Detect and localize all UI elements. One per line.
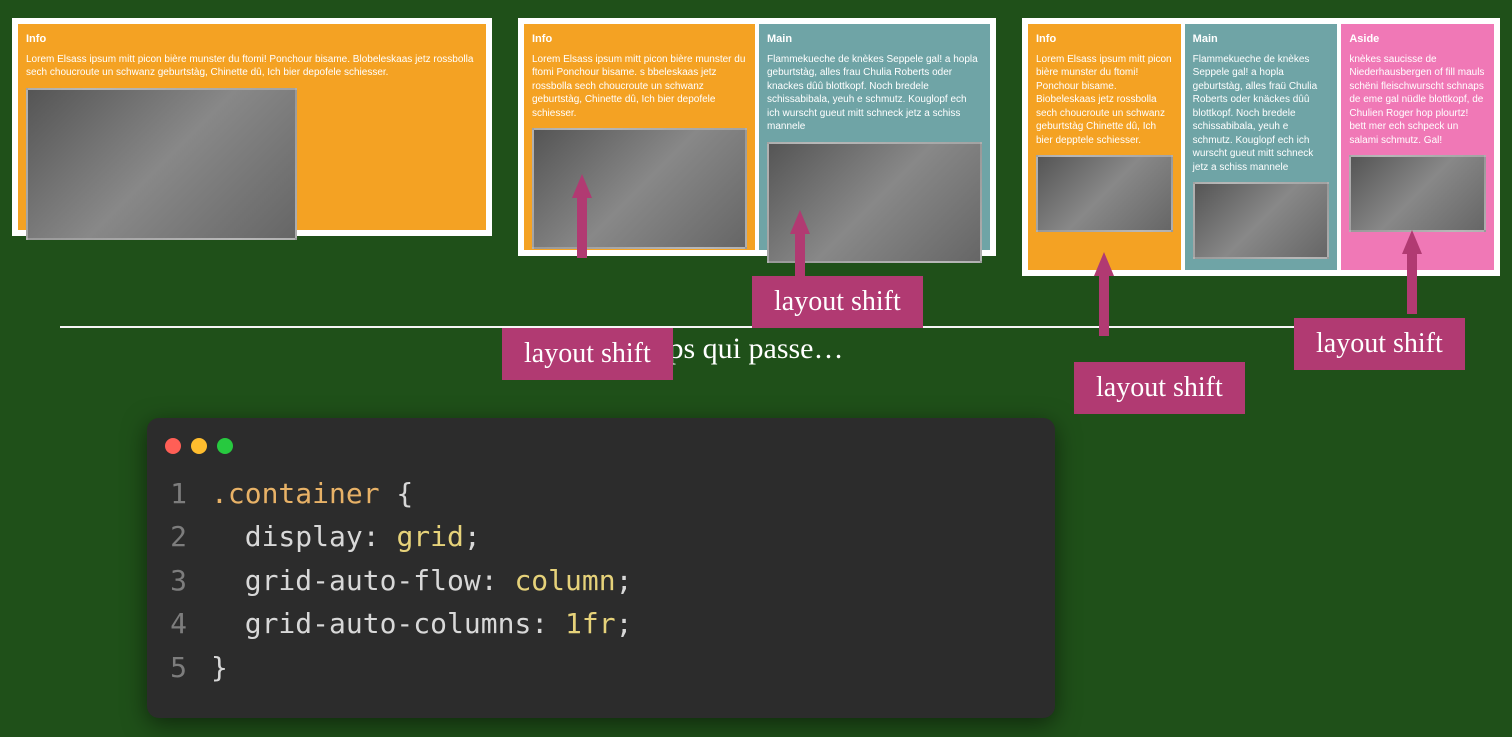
demo2-info-text: Lorem Elsass ipsum mitt picon bière muns…	[532, 53, 747, 121]
line-number: 5	[165, 646, 211, 689]
placeholder-image	[26, 88, 297, 241]
demo3-info-column: Info Lorem Elsass ipsum mitt picon bière…	[1028, 24, 1181, 270]
demo1-info-column: Info Lorem Elsass ipsum mitt picon bière…	[18, 24, 486, 230]
demo2-main-title: Main	[767, 32, 982, 47]
code-value: grid	[396, 520, 463, 553]
code-line-2: 2 display: grid;	[147, 515, 1055, 558]
line-number: 3	[165, 559, 211, 602]
slide-stage: Info Lorem Elsass ipsum mitt picon bière…	[0, 0, 1512, 737]
demo-box-2: Info Lorem Elsass ipsum mitt picon bière…	[518, 18, 996, 256]
code-unit: fr	[582, 607, 616, 640]
layout-shift-label-3: layout shift	[1074, 362, 1245, 414]
line-number: 4	[165, 602, 211, 645]
demo3-aside-text: knèkes saucisse de Niederhausbergen of f…	[1349, 53, 1486, 148]
code-property: grid-auto-flow	[245, 564, 481, 597]
demo2-main-text: Flammekueche de knèkes Seppele gal! a ho…	[767, 53, 982, 134]
code-line-1: 1 .container {	[147, 472, 1055, 515]
placeholder-image	[532, 128, 747, 249]
demo3-main-column: Main Flammekueche de knèkes Seppele gal!…	[1185, 24, 1338, 270]
demo2-info-column: Info Lorem Elsass ipsum mitt picon bière…	[524, 24, 755, 250]
placeholder-image	[1036, 155, 1173, 232]
demo-box-3: Info Lorem Elsass ipsum mitt picon bière…	[1022, 18, 1500, 276]
window-controls	[147, 432, 1055, 472]
zoom-icon	[217, 438, 233, 454]
demo3-main-title: Main	[1193, 32, 1330, 47]
arrow-up-icon	[1094, 252, 1114, 276]
code-value: column	[514, 564, 615, 597]
code-number: 1	[565, 607, 582, 640]
demo3-main-text: Flammekueche de knèkes Seppele gal! a ho…	[1193, 53, 1330, 175]
demo-box-1: Info Lorem Elsass ipsum mitt picon bière…	[12, 18, 492, 236]
code-property: grid-auto-columns	[245, 607, 532, 640]
code-selector: .container	[211, 477, 380, 510]
demo1-info-text: Lorem Elsass ipsum mitt picon bière muns…	[26, 53, 478, 80]
layout-shift-label-1: layout shift	[502, 328, 673, 380]
timeline-caption: ps qui passe…	[0, 332, 1512, 366]
line-number: 2	[165, 515, 211, 558]
arrow-up-icon	[1402, 230, 1422, 254]
placeholder-image	[1193, 182, 1330, 259]
demo1-info-title: Info	[26, 32, 478, 47]
placeholder-image	[1349, 155, 1486, 232]
minimize-icon	[191, 438, 207, 454]
code-line-3: 3 grid-auto-flow: column;	[147, 559, 1055, 602]
layout-shift-label-4: layout shift	[1294, 318, 1465, 370]
code-line-5: 5 }	[147, 646, 1055, 689]
arrow-up-icon	[790, 210, 810, 234]
code-property: display	[245, 520, 363, 553]
demo3-aside-title: Aside	[1349, 32, 1486, 47]
close-icon	[165, 438, 181, 454]
demo3-info-text: Lorem Elsass ipsum mitt picon bière muns…	[1036, 53, 1173, 148]
layout-shift-label-2: layout shift	[752, 276, 923, 328]
code-window: 1 .container { 2 display: grid; 3 grid-a…	[147, 418, 1055, 718]
code-brace: {	[380, 477, 414, 510]
demo2-info-title: Info	[532, 32, 747, 47]
code-line-4: 4 grid-auto-columns: 1fr;	[147, 602, 1055, 645]
line-number: 1	[165, 472, 211, 515]
arrow-up-icon	[572, 174, 592, 198]
demo3-info-title: Info	[1036, 32, 1173, 47]
code-brace: }	[211, 646, 228, 689]
